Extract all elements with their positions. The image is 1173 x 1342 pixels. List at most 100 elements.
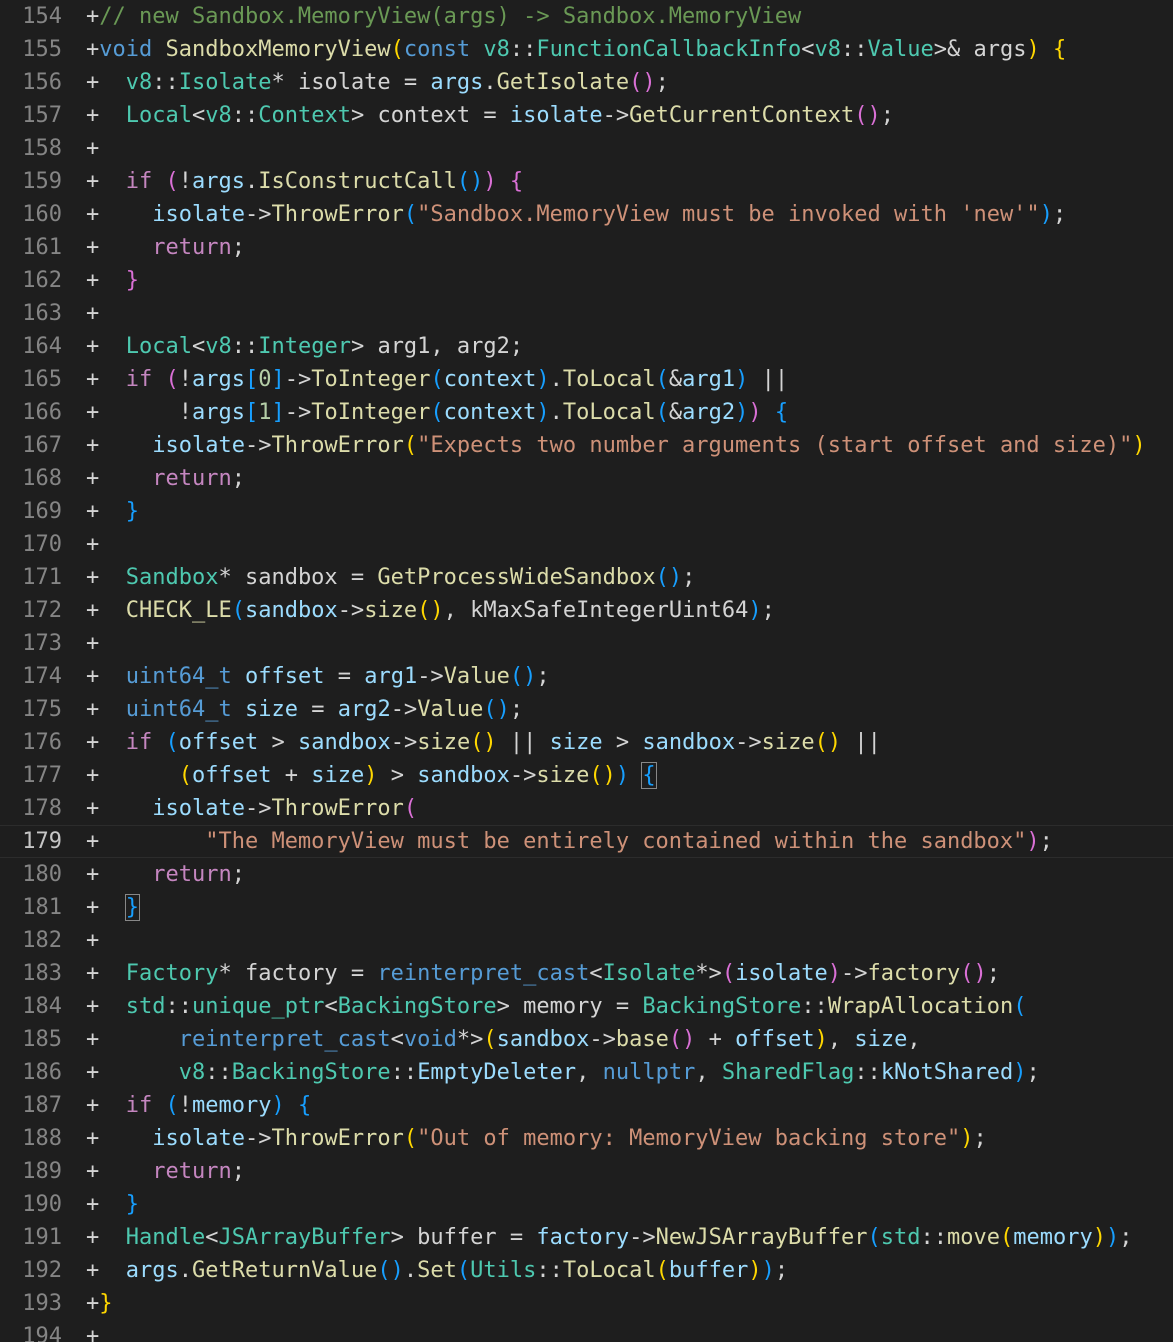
code-line[interactable]: 163 + bbox=[0, 297, 1173, 330]
code-token: v8 bbox=[125, 70, 153, 95]
code-text[interactable]: +} bbox=[62, 1287, 113, 1320]
code-text[interactable]: + if (offset > sandbox->size() || size >… bbox=[62, 726, 881, 759]
code-text[interactable]: + uint64_t offset = arg1->Value(); bbox=[62, 660, 550, 693]
code-text[interactable]: + if (!args[0]->ToInteger(context).ToLoc… bbox=[62, 363, 788, 396]
code-line[interactable]: 173 + bbox=[0, 627, 1173, 660]
code-text[interactable]: + } bbox=[62, 1188, 139, 1221]
code-text[interactable]: + "The MemoryView must be entirely conta… bbox=[62, 825, 1053, 858]
code-text[interactable]: + isolate->ThrowError("Out of memory: Me… bbox=[62, 1122, 987, 1155]
code-text[interactable]: + v8::BackingStore::EmptyDeleter, nullpt… bbox=[62, 1056, 1040, 1089]
code-text[interactable]: + } bbox=[62, 264, 139, 297]
code-token: Sandbox bbox=[125, 565, 219, 590]
code-text[interactable]: + } bbox=[62, 891, 141, 924]
code-line[interactable]: 157 + Local<v8::Context> context = isolat… bbox=[0, 99, 1173, 132]
code-token: Context bbox=[258, 103, 351, 128]
code-token: Utils bbox=[470, 1258, 537, 1283]
code-line[interactable]: 162 + } bbox=[0, 264, 1173, 297]
code-line[interactable]: 191 + Handle<JSArrayBuffer> buffer = fact… bbox=[0, 1221, 1173, 1254]
code-line[interactable]: 192 + args.GetReturnValue().Set(Utils::To… bbox=[0, 1254, 1173, 1287]
code-line[interactable]: 164 + Local<v8::Integer> arg1, arg2; bbox=[0, 330, 1173, 363]
code-text[interactable]: + Local<v8::Context> context = isolate->… bbox=[62, 99, 894, 132]
code-token: -> bbox=[629, 1225, 656, 1250]
code-token: . bbox=[549, 367, 563, 392]
code-text[interactable]: + isolate->ThrowError("Sandbox.MemoryVie… bbox=[62, 198, 1066, 231]
code-text[interactable]: +// new Sandbox.MemoryView(args) -> Sand… bbox=[62, 0, 801, 33]
code-token: () bbox=[854, 103, 881, 128]
code-line[interactable]: 158 + bbox=[0, 132, 1173, 165]
code-text[interactable]: + bbox=[62, 627, 99, 660]
code-line[interactable]: 169 + } bbox=[0, 495, 1173, 528]
code-text[interactable]: + isolate->ThrowError("Expects two numbe… bbox=[62, 429, 1146, 462]
code-line[interactable]: 184 + std::unique_ptr<BackingStore> memor… bbox=[0, 990, 1173, 1023]
code-line[interactable]: 193 +} bbox=[0, 1287, 1173, 1320]
code-text[interactable]: + Local<v8::Integer> arg1, arg2; bbox=[62, 330, 523, 363]
code-line[interactable]: 189 + return; bbox=[0, 1155, 1173, 1188]
code-text[interactable]: + return; bbox=[62, 1155, 245, 1188]
code-line[interactable]: 180 + return; bbox=[0, 858, 1173, 891]
code-text[interactable]: + Handle<JSArrayBuffer> buffer = factory… bbox=[62, 1221, 1132, 1254]
code-text[interactable]: + std::unique_ptr<BackingStore> memory =… bbox=[62, 990, 1027, 1023]
code-text[interactable]: + v8::Isolate* isolate = args.GetIsolate… bbox=[62, 66, 669, 99]
code-line[interactable]: 176 + if (offset > sandbox->size() || siz… bbox=[0, 726, 1173, 759]
code-text[interactable]: + Sandbox* sandbox = GetProcessWideSandb… bbox=[62, 561, 695, 594]
code-token: offset bbox=[244, 664, 325, 689]
code-text[interactable]: + return; bbox=[62, 231, 245, 264]
code-line[interactable]: 177 + (offset + size) > sandbox->size()) … bbox=[0, 759, 1173, 792]
code-text[interactable]: + bbox=[62, 924, 99, 957]
code-line[interactable]: 194 + bbox=[0, 1320, 1173, 1342]
code-line[interactable]: 154 +// new Sandbox.MemoryView(args) -> S… bbox=[0, 0, 1173, 33]
code-line[interactable]: 159 + if (!args.IsConstructCall()) { bbox=[0, 165, 1173, 198]
code-line[interactable]: 182 + bbox=[0, 924, 1173, 957]
code-line[interactable]: 187 + if (!memory) { bbox=[0, 1089, 1173, 1122]
code-text[interactable]: + return; bbox=[62, 858, 245, 891]
code-text[interactable]: + reinterpret_cast<void*>(sandbox->base(… bbox=[62, 1023, 921, 1056]
code-text[interactable]: +void SandboxMemoryView(const v8::Functi… bbox=[62, 33, 1066, 66]
code-text[interactable]: + bbox=[62, 1320, 99, 1342]
code-token: ) bbox=[827, 961, 842, 986]
code-token: -> bbox=[390, 730, 418, 755]
code-line[interactable]: 186 + v8::BackingStore::EmptyDeleter, nul… bbox=[0, 1056, 1173, 1089]
code-line[interactable]: 179 + "The MemoryView must be entirely co… bbox=[0, 825, 1173, 858]
code-text[interactable]: + Factory* factory = reinterpret_cast<Is… bbox=[62, 957, 1000, 990]
code-line[interactable]: 188 + isolate->ThrowError("Out of memory:… bbox=[0, 1122, 1173, 1155]
code-line[interactable]: 155 +void SandboxMemoryView(const v8::Fun… bbox=[0, 33, 1173, 66]
code-line[interactable]: 172 + CHECK_LE(sandbox->size(), kMaxSafeI… bbox=[0, 594, 1173, 627]
code-line[interactable]: 161 + return; bbox=[0, 231, 1173, 264]
code-line[interactable]: 174 + uint64_t offset = arg1->Value(); bbox=[0, 660, 1173, 693]
code-line[interactable]: 170 + bbox=[0, 528, 1173, 561]
code-token: || bbox=[841, 730, 881, 755]
code-text[interactable]: + } bbox=[62, 495, 139, 528]
code-text[interactable]: + if (!args.IsConstructCall()) { bbox=[62, 165, 523, 198]
code-line[interactable]: 160 + isolate->ThrowError("Sandbox.Memory… bbox=[0, 198, 1173, 231]
code-line[interactable]: 181 + } bbox=[0, 891, 1173, 924]
code-text[interactable]: + return; bbox=[62, 462, 245, 495]
code-line[interactable]: 156 + v8::Isolate* isolate = args.GetIsol… bbox=[0, 66, 1173, 99]
code-line[interactable]: 178 + isolate->ThrowError( bbox=[0, 792, 1173, 825]
code-text[interactable]: + !args[1]->ToInteger(context).ToLocal(&… bbox=[62, 396, 788, 429]
code-text[interactable]: + args.GetReturnValue().Set(Utils::ToLoc… bbox=[62, 1254, 788, 1287]
code-line[interactable]: 183 + Factory* factory = reinterpret_cast… bbox=[0, 957, 1173, 990]
code-editor[interactable]: 154 +// new Sandbox.MemoryView(args) -> S… bbox=[0, 0, 1173, 1342]
code-text[interactable]: + bbox=[62, 297, 99, 330]
code-token: ( bbox=[430, 400, 444, 425]
code-line[interactable]: 166 + !args[1]->ToInteger(context).ToLoca… bbox=[0, 396, 1173, 429]
code-text[interactable]: + if (!memory) { bbox=[62, 1089, 311, 1122]
code-line[interactable]: 175 + uint64_t size = arg2->Value(); bbox=[0, 693, 1173, 726]
code-line[interactable]: 190 + } bbox=[0, 1188, 1173, 1221]
code-text[interactable]: + isolate->ThrowError( bbox=[62, 792, 417, 825]
code-token: sandbox bbox=[244, 598, 338, 623]
code-text[interactable]: + uint64_t size = arg2->Value(); bbox=[62, 693, 523, 726]
code-line[interactable]: 168 + return; bbox=[0, 462, 1173, 495]
code-text[interactable]: + CHECK_LE(sandbox->size(), kMaxSafeInte… bbox=[62, 594, 775, 627]
code-line[interactable]: 185 + reinterpret_cast<void*>(sandbox->ba… bbox=[0, 1023, 1173, 1056]
code-line[interactable]: 171 + Sandbox* sandbox = GetProcessWideSa… bbox=[0, 561, 1173, 594]
code-text[interactable]: + (offset + size) > sandbox->size()) { bbox=[62, 759, 657, 792]
code-token: ) bbox=[483, 169, 497, 194]
code-text[interactable]: + bbox=[62, 528, 99, 561]
code-token: } bbox=[125, 1192, 139, 1217]
code-line[interactable]: 167 + isolate->ThrowError("Expects two nu… bbox=[0, 429, 1173, 462]
code-line[interactable]: 165 + if (!args[0]->ToInteger(context).To… bbox=[0, 363, 1173, 396]
code-text[interactable]: + bbox=[62, 132, 99, 165]
code-token: ; bbox=[880, 103, 895, 128]
